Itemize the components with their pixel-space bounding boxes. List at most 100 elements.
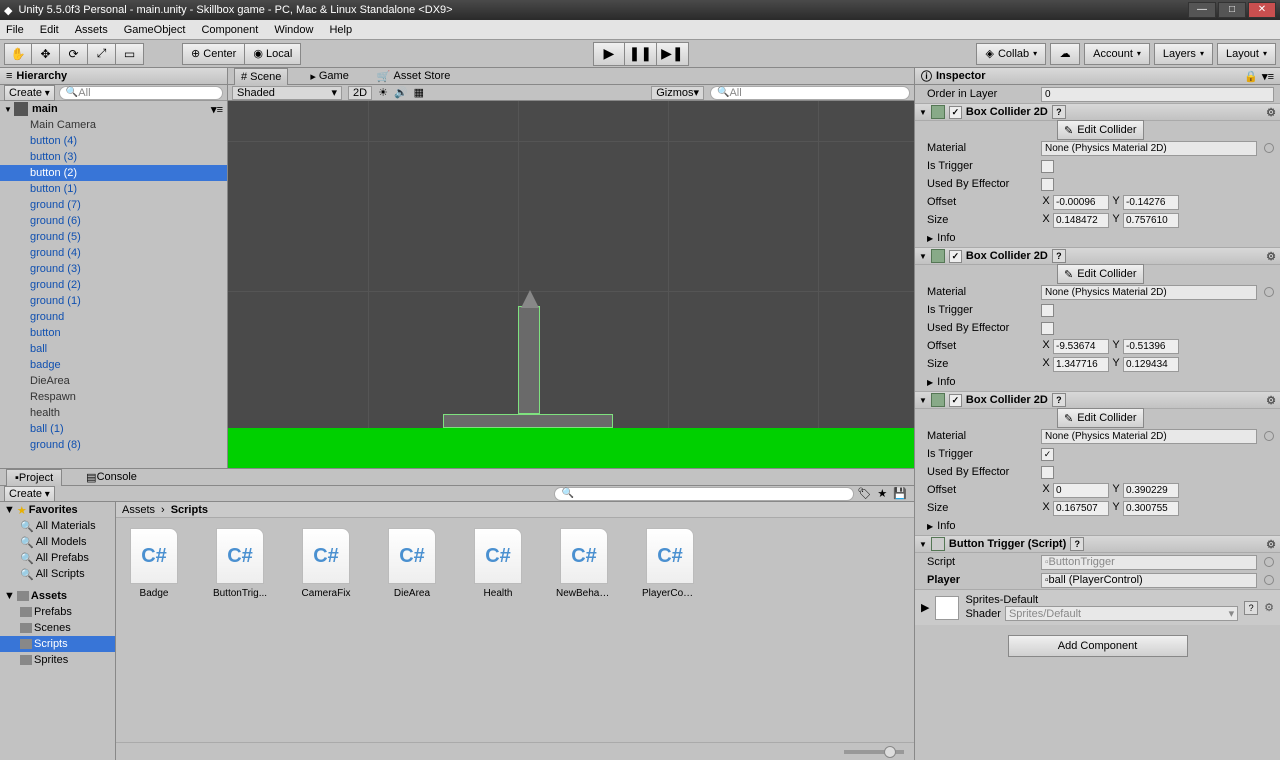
size-y-input[interactable]: [1123, 213, 1179, 228]
gear-icon[interactable]: ⚙: [1266, 538, 1276, 551]
tab-scene[interactable]: #Scene: [234, 68, 288, 85]
material-field[interactable]: None (Physics Material 2D): [1041, 429, 1257, 444]
menu-help[interactable]: Help: [329, 24, 352, 36]
breadcrumb-assets[interactable]: Assets: [122, 504, 155, 516]
panel-menu-icon[interactable]: ▾≡: [1262, 70, 1274, 83]
info-foldout[interactable]: ▶ Info: [915, 517, 1280, 535]
tab-console[interactable]: ▤Console: [78, 469, 145, 486]
hierarchy-item[interactable]: ball: [0, 341, 227, 357]
tab-project[interactable]: ▪Project: [6, 469, 62, 486]
close-button[interactable]: ✕: [1248, 2, 1276, 18]
hierarchy-item[interactable]: ground (5): [0, 229, 227, 245]
boxcollider-header[interactable]: ▼✓Box Collider 2D?⚙: [915, 103, 1280, 121]
edit-collider-button[interactable]: ✎Edit Collider: [1057, 264, 1144, 284]
hierarchy-item[interactable]: health: [0, 405, 227, 421]
rect-tool[interactable]: ▭: [116, 43, 144, 65]
gear-icon[interactable]: ⚙: [1264, 601, 1274, 614]
hierarchy-item[interactable]: ground: [0, 309, 227, 325]
rotate-tool[interactable]: ⟳: [60, 43, 88, 65]
edit-collider-button[interactable]: ✎Edit Collider: [1057, 408, 1144, 428]
hierarchy-item[interactable]: button (1): [0, 181, 227, 197]
audio-icon[interactable]: 🔊: [394, 86, 408, 99]
2d-toggle[interactable]: 2D: [348, 86, 372, 100]
light-icon[interactable]: ☀: [378, 86, 388, 99]
folder-item[interactable]: Scripts: [0, 636, 115, 652]
favorite-item[interactable]: 🔍All Materials: [0, 518, 115, 534]
menu-file[interactable]: File: [6, 24, 24, 36]
hierarchy-item[interactable]: ground (4): [0, 245, 227, 261]
hierarchy-tab[interactable]: ≡Hierarchy: [0, 68, 227, 85]
maximize-button[interactable]: □: [1218, 2, 1246, 18]
effector-checkbox[interactable]: [1041, 466, 1054, 479]
boxcollider-header[interactable]: ▼✓Box Collider 2D?⚙: [915, 391, 1280, 409]
hierarchy-item[interactable]: DieArea: [0, 373, 227, 389]
favorite-item[interactable]: 🔍All Scripts: [0, 566, 115, 582]
effector-checkbox[interactable]: [1041, 322, 1054, 335]
offset-y-input[interactable]: [1123, 195, 1179, 210]
lock-icon[interactable]: 🔒: [1244, 70, 1258, 83]
shader-dropdown[interactable]: Sprites/Default▾: [1005, 606, 1238, 621]
add-component-button[interactable]: Add Component: [1008, 635, 1188, 657]
inspector-tab[interactable]: ⓘInspector🔒▾≡: [915, 68, 1280, 85]
asset-item[interactable]: C#Health: [470, 528, 526, 599]
hierarchy-item[interactable]: ball (1): [0, 421, 227, 437]
tab-game[interactable]: ▸Game: [304, 68, 355, 85]
material-field[interactable]: None (Physics Material 2D): [1041, 141, 1257, 156]
help-icon[interactable]: ?: [1070, 537, 1084, 551]
tab-asset-store[interactable]: 🛒Asset Store: [371, 68, 457, 85]
cloud-button[interactable]: ☁: [1050, 43, 1080, 65]
hierarchy-item[interactable]: ground (6): [0, 213, 227, 229]
size-y-input[interactable]: [1123, 357, 1179, 372]
help-icon[interactable]: ?: [1052, 105, 1066, 119]
menu-assets[interactable]: Assets: [75, 24, 108, 36]
object-picker-icon[interactable]: [1264, 143, 1274, 153]
enable-checkbox[interactable]: ✓: [949, 394, 962, 407]
scene-root[interactable]: ▼main▾≡: [0, 101, 227, 117]
step-button[interactable]: ▶❚: [657, 42, 689, 66]
move-tool[interactable]: ✥: [32, 43, 60, 65]
pause-button[interactable]: ❚❚: [625, 42, 657, 66]
hierarchy-item[interactable]: ground (7): [0, 197, 227, 213]
fx-icon[interactable]: ▦: [414, 86, 424, 99]
asset-item[interactable]: C#CameraFix: [298, 528, 354, 599]
hierarchy-item[interactable]: button (3): [0, 149, 227, 165]
favorite-item[interactable]: 🔍All Models: [0, 534, 115, 550]
scene-menu-icon[interactable]: ▾≡: [211, 103, 223, 116]
offset-y-input[interactable]: [1123, 339, 1179, 354]
info-foldout[interactable]: ▶ Info: [915, 373, 1280, 391]
scene-search[interactable]: 🔍All: [710, 86, 910, 100]
favorite-item[interactable]: 🔍All Prefabs: [0, 550, 115, 566]
hierarchy-item[interactable]: ground (3): [0, 261, 227, 277]
hierarchy-item[interactable]: badge: [0, 357, 227, 373]
collab-dropdown[interactable]: ◈Collab: [976, 43, 1046, 65]
assets-folder[interactable]: ▼Assets: [0, 588, 115, 604]
object-picker-icon[interactable]: [1264, 431, 1274, 441]
layers-dropdown[interactable]: Layers: [1154, 43, 1213, 65]
object-picker-icon[interactable]: [1264, 287, 1274, 297]
shading-dropdown[interactable]: Shaded▾: [232, 86, 342, 100]
hierarchy-search[interactable]: 🔍All: [59, 86, 223, 100]
istrigger-checkbox[interactable]: [1041, 304, 1054, 317]
layout-dropdown[interactable]: Layout: [1217, 43, 1276, 65]
enable-checkbox[interactable]: ✓: [949, 106, 962, 119]
offset-y-input[interactable]: [1123, 483, 1179, 498]
star-filter-icon[interactable]: ★: [877, 487, 887, 500]
info-foldout[interactable]: ▶ Info: [915, 229, 1280, 247]
hierarchy-item[interactable]: button: [0, 325, 227, 341]
help-icon[interactable]: ?: [1052, 249, 1066, 263]
menu-component[interactable]: Component: [201, 24, 258, 36]
asset-item[interactable]: C#PlayerCont...: [642, 528, 698, 599]
object-picker-icon[interactable]: [1264, 557, 1274, 567]
script-component-header[interactable]: ▼ Button Trigger (Script) ? ⚙: [915, 535, 1280, 553]
object-picker-icon[interactable]: [1264, 575, 1274, 585]
asset-item[interactable]: C#NewBehavi...: [556, 528, 612, 599]
menu-edit[interactable]: Edit: [40, 24, 59, 36]
script-field[interactable]: ▫ButtonTrigger: [1041, 555, 1257, 570]
help-icon[interactable]: ?: [1052, 393, 1066, 407]
edit-collider-button[interactable]: ✎Edit Collider: [1057, 120, 1144, 140]
folder-item[interactable]: Sprites: [0, 652, 115, 668]
size-x-input[interactable]: [1053, 501, 1109, 516]
pivot-local-button[interactable]: ◉ Local: [245, 43, 301, 65]
istrigger-checkbox[interactable]: ✓: [1041, 448, 1054, 461]
size-x-input[interactable]: [1053, 213, 1109, 228]
